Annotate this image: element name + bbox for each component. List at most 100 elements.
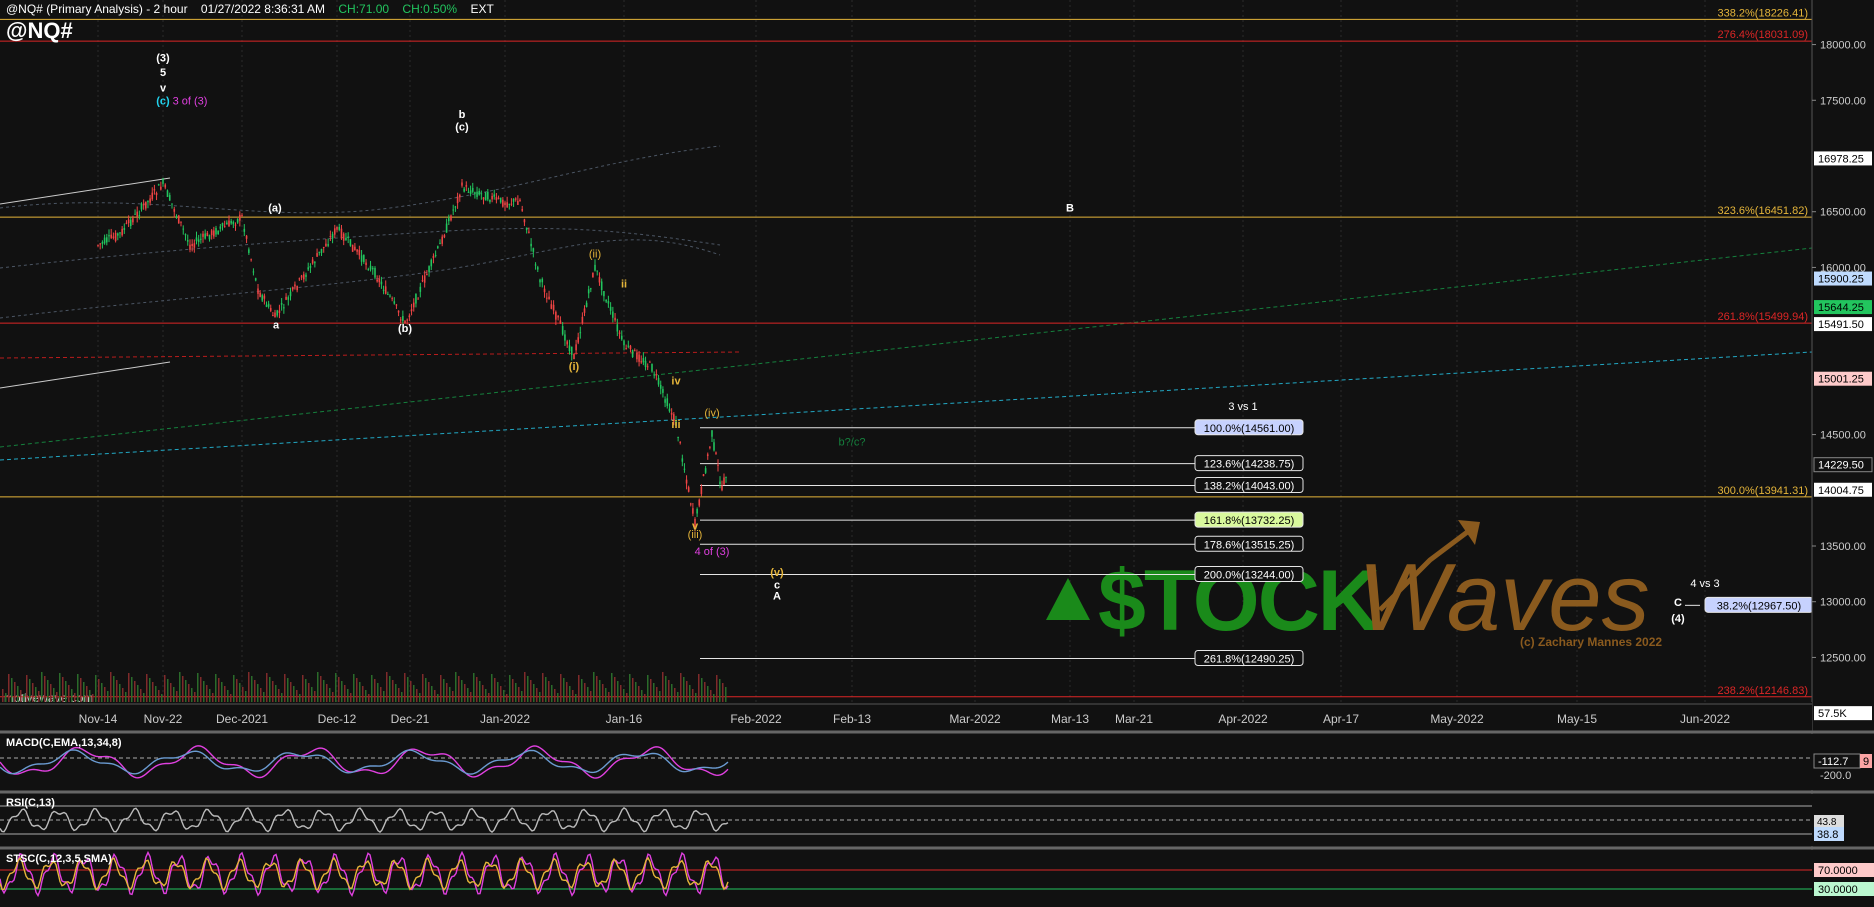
- candle-body: [426, 274, 428, 276]
- candle-body: [495, 197, 498, 201]
- volume-bar: [674, 688, 676, 702]
- volume-bar: [188, 684, 190, 702]
- volume-bar: [380, 687, 382, 702]
- candle-body: [363, 255, 365, 262]
- candle-body: [358, 249, 361, 256]
- candle-body: [155, 192, 158, 196]
- volume-bar: [605, 688, 607, 702]
- volume-bar: [719, 679, 721, 702]
- candle-body: [467, 191, 470, 193]
- candle-body: [296, 286, 298, 291]
- candle-body: [657, 377, 660, 385]
- volume-bar: [254, 680, 256, 702]
- volume-bar: [71, 689, 73, 702]
- x-tick-label-15: May-15: [1557, 712, 1597, 726]
- candle-body: [532, 248, 535, 252]
- price-level-label-4: 300.0%(13941.31): [1717, 485, 1808, 497]
- candle-body: [208, 234, 211, 240]
- volume-bar: [89, 690, 91, 702]
- volume-bar: [647, 675, 649, 702]
- volume-bar: [14, 682, 16, 702]
- volume-bar: [293, 686, 295, 702]
- volume-bar: [548, 681, 550, 702]
- candle-body: [614, 317, 616, 321]
- volume-bar: [653, 683, 655, 702]
- candle-body: [459, 194, 461, 198]
- candle-body: [311, 259, 314, 264]
- wave-label-23: 3 vs 1: [1228, 401, 1257, 413]
- candle-body: [298, 278, 301, 280]
- candle-body: [252, 271, 255, 273]
- candle-body: [415, 293, 417, 304]
- candle-body: [261, 295, 264, 301]
- candle-body: [499, 197, 502, 203]
- candle-body: [360, 255, 363, 262]
- volume-bar: [467, 688, 469, 702]
- volume-bar: [500, 686, 502, 702]
- candle-body: [417, 298, 419, 300]
- volume-bar: [164, 675, 166, 702]
- candle-body: [482, 197, 485, 200]
- candle-body: [587, 289, 590, 294]
- chart-svg[interactable]: $TOCKWaves(c) Zachary Mannes 2022motivew…: [0, 0, 1874, 902]
- axis-badge-label-6: 57.5K: [1818, 708, 1847, 720]
- volume-bar: [215, 674, 217, 702]
- candle-body: [696, 508, 698, 514]
- candle-body: [702, 474, 705, 477]
- candle-body: [514, 198, 517, 200]
- volume-bar: [101, 683, 103, 702]
- volume-bar: [314, 691, 316, 702]
- candle-body: [719, 481, 721, 485]
- candle-body: [121, 228, 123, 236]
- candle-body: [679, 441, 682, 443]
- candle-body: [391, 298, 393, 300]
- volume-bar: [137, 685, 139, 702]
- candle-body: [243, 228, 246, 232]
- volume-bar: [506, 694, 508, 702]
- candle-body: [721, 485, 723, 491]
- candle-body: [191, 243, 193, 247]
- volume-bar: [461, 680, 463, 702]
- volume-bar: [20, 690, 22, 702]
- volume-bar: [542, 673, 544, 702]
- candle-body: [171, 203, 173, 205]
- volume-bar: [95, 675, 97, 702]
- wave-label-10: (ii): [589, 248, 601, 260]
- candle-body: [704, 468, 707, 473]
- volume-bar: [521, 691, 523, 702]
- candle-body: [175, 215, 178, 217]
- volume-bar: [200, 677, 202, 702]
- volume-bar: [440, 675, 442, 702]
- candle-body: [367, 269, 370, 271]
- chart-stage[interactable]: $TOCK Waves (c) Zachary Mannes 2022 motivew…: [0, 0, 1874, 902]
- volume-bar: [689, 685, 691, 702]
- volume-bar: [239, 683, 241, 702]
- macd-pane-bg: [0, 734, 1874, 790]
- candle-body: [119, 232, 121, 234]
- volume-bar: [620, 685, 622, 702]
- volume-bar: [644, 694, 646, 702]
- candle-body: [668, 408, 671, 412]
- volume-bar: [425, 678, 427, 702]
- volume-bar: [191, 688, 193, 702]
- candle-body: [347, 236, 349, 238]
- wave-label-14: iii: [671, 419, 680, 431]
- y-tick-label-5: 13500.00: [1820, 541, 1866, 553]
- volume-bar: [194, 692, 196, 702]
- candle-body: [322, 246, 325, 249]
- volume-bar: [533, 684, 535, 702]
- candle-body: [687, 487, 690, 492]
- wave-label-24: b?/c?: [839, 437, 866, 449]
- candle-body: [153, 189, 156, 191]
- x-tick-label-11: Mar-21: [1115, 712, 1153, 726]
- fib-target-label-2: 138.2%(14043.00): [1204, 480, 1295, 492]
- volume-bar: [725, 687, 727, 702]
- volume-bar: [323, 680, 325, 702]
- volume-bar: [80, 678, 82, 702]
- volume-bar: [125, 692, 127, 702]
- candle-body: [463, 188, 465, 192]
- candle-body: [110, 234, 112, 238]
- volume-bar: [536, 688, 538, 702]
- candle-body: [581, 316, 584, 324]
- volume-bar: [362, 686, 364, 702]
